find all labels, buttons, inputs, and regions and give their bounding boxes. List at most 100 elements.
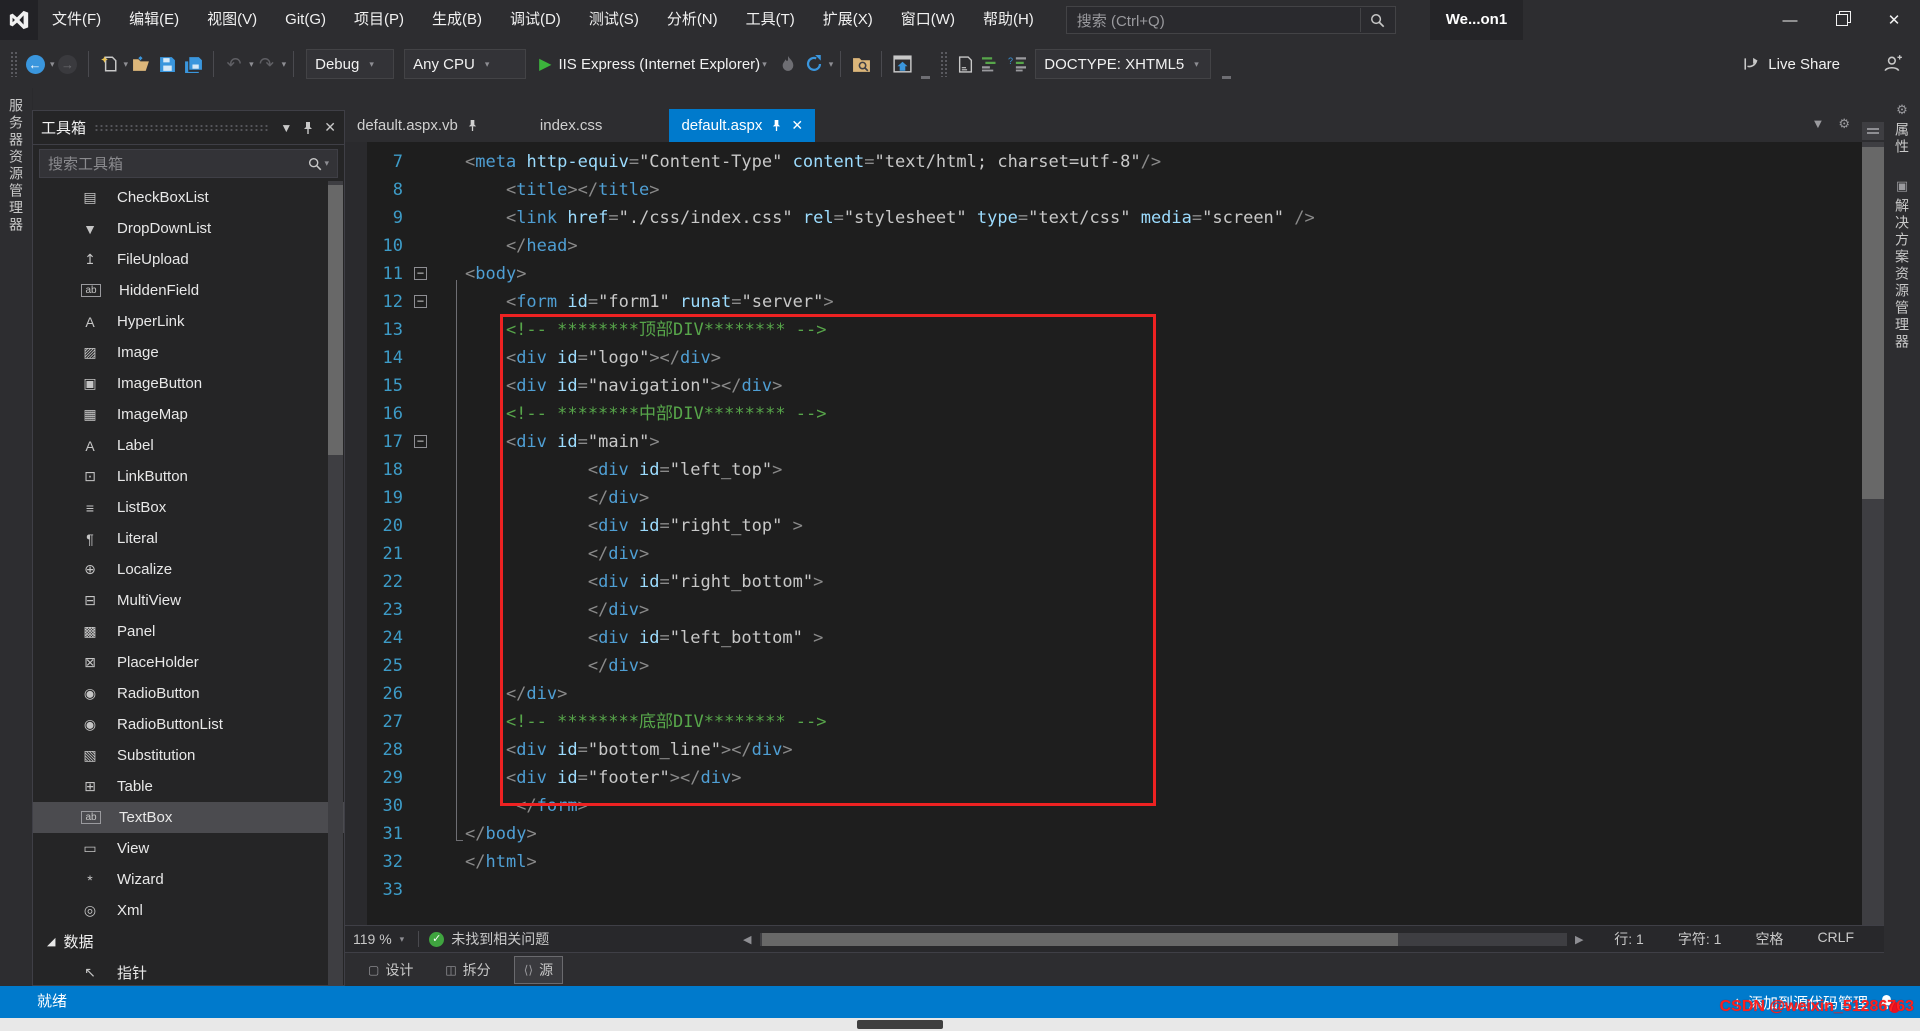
doctype-dropdown[interactable]: DOCTYPE: XHTML5▾	[1035, 49, 1211, 79]
toolbox-item-radiobutton[interactable]: ◉RadioButton	[33, 678, 344, 709]
minimize-button[interactable]: —	[1764, 0, 1816, 40]
fold-collapse-icon[interactable]: −	[414, 295, 427, 308]
menu-item[interactable]: 生成(B)	[418, 0, 496, 40]
tabstrip-gear-icon[interactable]: ⚙	[1838, 116, 1850, 132]
find-in-files-button[interactable]	[849, 49, 873, 79]
toolbox-item-指针[interactable]: ↖指针	[33, 957, 344, 986]
toolbox-item-imagebutton[interactable]: ▣ImageButton	[33, 368, 344, 399]
document-tab-default.aspx.vb[interactable]: default.aspx.vb	[345, 109, 490, 142]
code-editor[interactable]: 7<meta http-equiv="Content-Type" content…	[345, 142, 1862, 925]
toolbox-item-hiddenfield[interactable]: abHiddenField	[33, 275, 344, 306]
toolbox-item-listbox[interactable]: ≡ListBox	[33, 492, 344, 523]
toolbox-item-hyperlink[interactable]: AHyperLink	[33, 306, 344, 337]
back-dropdown-caret[interactable]: ▾	[50, 59, 55, 70]
code-line-10[interactable]: 10</head>	[345, 232, 1862, 260]
save-all-button[interactable]	[181, 49, 205, 79]
menu-item[interactable]: 窗口(W)	[887, 0, 969, 40]
refresh-button[interactable]	[802, 49, 826, 79]
browse-with-button[interactable]	[890, 49, 914, 79]
code-line-9[interactable]: 9<link href="./css/index.css" rel="style…	[345, 204, 1862, 232]
toolbar-grip[interactable]	[940, 51, 948, 77]
zoom-level-dropdown[interactable]: 119 %▾	[345, 931, 412, 947]
menu-item[interactable]: 测试(S)	[575, 0, 653, 40]
toolbox-header[interactable]: 工具箱 ▼ ✕	[33, 111, 344, 145]
fold-collapse-icon[interactable]: −	[414, 267, 427, 280]
code-line-12[interactable]: 12−<form id="form1" runat="server">	[345, 288, 1862, 316]
view-tab-design[interactable]: ▢设计	[359, 957, 422, 983]
document-tab-index.css[interactable]: index.css	[528, 109, 615, 142]
toolbox-item-wizard[interactable]: *Wizard	[33, 864, 344, 895]
toolbox-search-box[interactable]: 搜索工具箱 ▾	[39, 149, 338, 178]
save-button[interactable]	[155, 49, 179, 79]
toolbox-item-panel[interactable]: ▩Panel	[33, 616, 344, 647]
pin-icon[interactable]	[467, 119, 478, 132]
code-line-7[interactable]: 7<meta http-equiv="Content-Type" content…	[345, 148, 1862, 176]
hscroll-left-arrow[interactable]: ◀	[743, 933, 751, 946]
toolbox-item-localize[interactable]: ⊕Localize	[33, 554, 344, 585]
toolbox-item-substitution[interactable]: ▧Substitution	[33, 740, 344, 771]
toolbox-item-table[interactable]: ⊞Table	[33, 771, 344, 802]
toolbar-grip[interactable]	[10, 51, 18, 77]
toolbox-item-image[interactable]: ▨Image	[33, 337, 344, 368]
toolbox-dropdown-caret[interactable]: ▼	[280, 121, 292, 135]
toolbox-item-xml[interactable]: ◎Xml	[33, 895, 344, 926]
menu-item[interactable]: 扩展(X)	[809, 0, 887, 40]
hscroll-right-arrow[interactable]: ▶	[1575, 933, 1583, 946]
toolbox-item-view[interactable]: ▭View	[33, 833, 344, 864]
undo-button[interactable]: ↶	[222, 49, 246, 79]
new-project-dropdown-caret[interactable]: ▾	[124, 59, 129, 70]
toolbox-item-imagemap[interactable]: ▦ImageMap	[33, 399, 344, 430]
code-line-11[interactable]: 11−<body>	[345, 260, 1862, 288]
toolbox-search-caret[interactable]: ▾	[324, 158, 329, 169]
toolbox-item-multiview[interactable]: ⊟MultiView	[33, 585, 344, 616]
line-ending-indicator[interactable]: CRLF	[1817, 929, 1854, 949]
editor-split-grip[interactable]	[1862, 122, 1884, 140]
space-mode-indicator[interactable]: 空格	[1755, 929, 1783, 949]
toolbox-item-dropdownlist[interactable]: ▼DropDownList	[33, 213, 344, 244]
tab-close-icon[interactable]: ✕	[791, 117, 803, 134]
code-line-33[interactable]: 33	[345, 876, 1862, 904]
toolbox-section-data[interactable]: ◢数据	[33, 926, 344, 957]
menu-item[interactable]: 工具(T)	[732, 0, 809, 40]
toolbar-overflow-button[interactable]	[1222, 76, 1231, 79]
navigate-back-button[interactable]: ←	[23, 49, 47, 79]
menu-item[interactable]: 帮助(H)	[969, 0, 1048, 40]
code-line-8[interactable]: 8<title></title>	[345, 176, 1862, 204]
menu-item[interactable]: 调试(D)	[496, 0, 575, 40]
global-search-box[interactable]: 搜索 (Ctrl+Q)	[1066, 6, 1396, 34]
pin-icon[interactable]	[302, 121, 314, 135]
close-button[interactable]: ✕	[1868, 0, 1920, 40]
char-indicator[interactable]: 字符: 1	[1678, 929, 1722, 949]
section-expander-icon[interactable]: ◢	[47, 935, 55, 948]
menu-item[interactable]: 分析(N)	[653, 0, 732, 40]
menu-item[interactable]: Git(G)	[271, 0, 340, 40]
menu-item[interactable]: 视图(V)	[193, 0, 271, 40]
server-explorer-vertical-tab[interactable]: 服务器资源管理器	[0, 98, 32, 234]
pin-icon[interactable]	[771, 119, 782, 132]
refresh-dropdown-caret[interactable]: ▾	[829, 59, 834, 70]
editor-vscroll-thumb[interactable]	[1862, 147, 1884, 499]
start-debugging-button[interactable]: ▶ IIS Express (Internet Explorer) ▾	[539, 54, 767, 74]
toolbox-item-literal[interactable]: ¶Literal	[33, 523, 344, 554]
menu-item[interactable]: 编辑(E)	[115, 0, 193, 40]
new-project-button[interactable]	[97, 49, 121, 79]
line-indicator[interactable]: 行: 1	[1614, 929, 1644, 949]
redo-button[interactable]: ↷	[255, 49, 279, 79]
navigate-forward-button[interactable]: →	[56, 49, 80, 79]
toolbox-scrollbar[interactable]	[328, 181, 343, 985]
code-line-32[interactable]: 32</html>	[345, 848, 1862, 876]
redo-dropdown-caret[interactable]: ▾	[282, 59, 287, 70]
solution-platform-dropdown[interactable]: Any CPU▾	[404, 49, 526, 79]
search-icon[interactable]	[1360, 8, 1395, 32]
view-tab-split[interactable]: ◫拆分	[436, 957, 499, 983]
menu-item[interactable]: 项目(P)	[340, 0, 418, 40]
undo-dropdown-caret[interactable]: ▾	[249, 59, 254, 70]
toolbox-item-placeholder[interactable]: ⊠PlaceHolder	[33, 647, 344, 678]
solution-explorer-vertical-tab[interactable]: ▣ 解决方案资源管理器	[1884, 172, 1920, 351]
fold-collapse-icon[interactable]: −	[414, 435, 427, 448]
code-line-31[interactable]: 31</body>	[345, 820, 1862, 848]
hot-reload-button[interactable]	[776, 49, 800, 79]
toolbar-overflow-button[interactable]	[921, 76, 930, 79]
toolbox-item-textbox[interactable]: abTextBox	[33, 802, 344, 833]
horizontal-scrollbar[interactable]	[760, 933, 1567, 946]
